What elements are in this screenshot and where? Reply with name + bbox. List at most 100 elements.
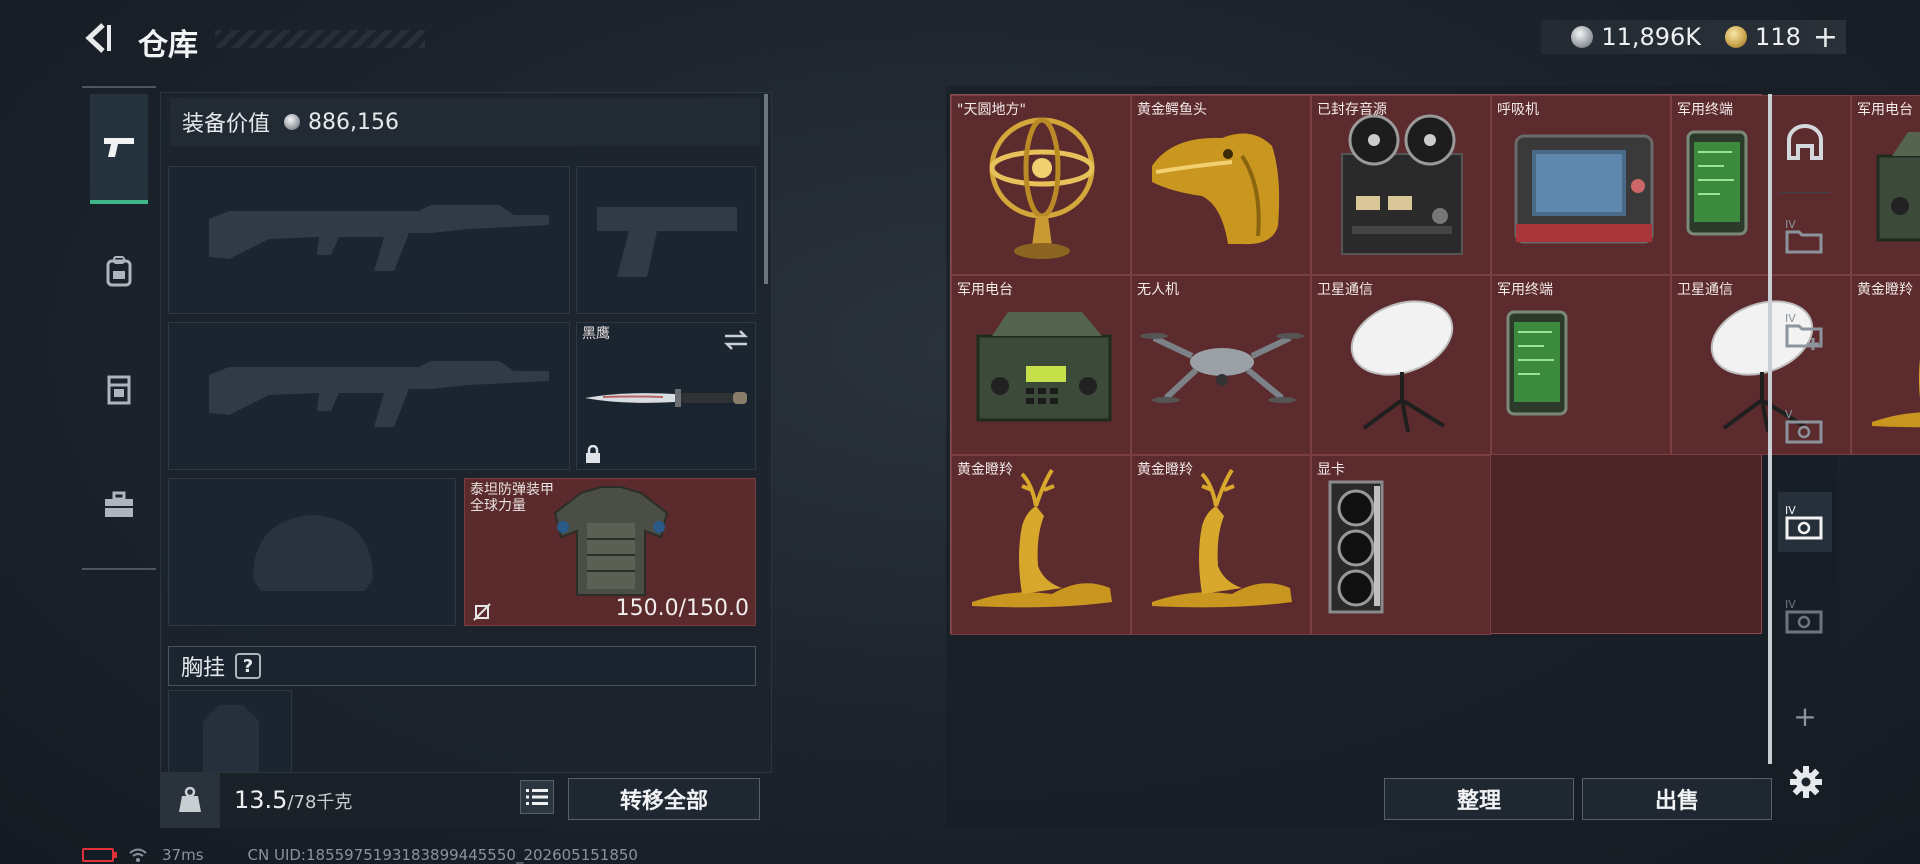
storage-scrollbar[interactable]: [1768, 94, 1772, 764]
storage-tab-5[interactable]: IV: [1778, 586, 1832, 646]
storage-tab-1[interactable]: IV: [1778, 206, 1832, 266]
armor-slot[interactable]: 泰坦防弹装甲 全球力量 150.0/150.0: [464, 478, 756, 626]
body-armor-icon: [553, 486, 669, 596]
chest-rig-header: 胸挂 ?: [168, 646, 756, 686]
armor-name-line2: 全球力量: [470, 498, 526, 514]
storage-home-tab[interactable]: [1778, 112, 1832, 172]
svg-text:IV: IV: [1785, 504, 1796, 517]
storage-item[interactable]: "天圆地方": [951, 95, 1131, 275]
storage-tab-rail: IV IV V IV IV +: [1778, 96, 1832, 736]
chest-rig-label: 胸挂: [181, 656, 226, 681]
storage-item[interactable]: 呼吸机: [1491, 95, 1671, 275]
primary-weapon-slot[interactable]: [168, 166, 570, 314]
category-vest-tab[interactable]: [90, 334, 148, 444]
gold-amount: 118: [1755, 23, 1801, 51]
currency-bar: 11,896K 118 +: [1541, 20, 1846, 55]
storage-item[interactable]: 显卡: [1311, 455, 1491, 635]
card-folder-icon: IV: [1785, 598, 1823, 634]
help-icon[interactable]: ?: [235, 653, 262, 679]
gold-currency: 118: [1725, 23, 1801, 51]
storage-item[interactable]: 军用终端: [1491, 275, 1671, 455]
storage-grid: "天圆地方" 黄金鳄鱼头 已封存音源 呼吸机 军用终端 军用电台 军用电台 无人机 卫星通信 军用…: [950, 94, 1920, 635]
card-folder-icon: IV: [1785, 504, 1823, 540]
category-toolbox-tab[interactable]: [90, 450, 148, 560]
helmet-slot[interactable]: [168, 478, 456, 626]
storage-tab-3[interactable]: V: [1778, 396, 1832, 456]
back-button[interactable]: [78, 18, 118, 58]
loadout-scrollbar[interactable]: [764, 94, 768, 284]
storage-tab-2[interactable]: IV: [1778, 300, 1832, 360]
settings-button[interactable]: [1786, 762, 1826, 802]
equipment-value: 装备价值 886,156: [170, 98, 760, 146]
carry-weight-capacity: /78千克: [287, 792, 353, 813]
secondary-weapon-slot[interactable]: [168, 322, 570, 470]
storage-item-name: 无人机: [1137, 282, 1179, 298]
add-currency-button[interactable]: +: [1813, 20, 1838, 55]
back-arrow-icon: [85, 23, 111, 53]
sort-button[interactable]: 整理: [1384, 778, 1574, 820]
status-bar: 37ms CN UID:1855975193183899445550_20260…: [82, 846, 638, 864]
swap-icon[interactable]: [723, 329, 749, 351]
page-title: 仓库: [138, 28, 198, 63]
wifi-icon: [129, 848, 147, 862]
svg-text:IV: IV: [1785, 218, 1796, 231]
backpack-icon: [106, 256, 132, 287]
storage-item-name: "天圆地方": [957, 102, 1026, 118]
storage-item[interactable]: 黄金鳄鱼头: [1131, 95, 1311, 275]
storage-tab-4-active[interactable]: IV: [1778, 492, 1832, 552]
sidearm-slot[interactable]: [576, 166, 756, 314]
category-weapons-tab[interactable]: [90, 94, 148, 204]
list-icon: [526, 789, 548, 805]
rifle-silhouette-icon: [209, 361, 549, 427]
weight-icon: [179, 786, 201, 812]
gold-coin-icon: [1725, 26, 1748, 48]
carry-weight-value: 13.5: [234, 786, 288, 814]
title-decoration: [215, 30, 425, 48]
knife-icon: [585, 389, 747, 407]
equipment-value-amount: 886,156: [308, 109, 399, 135]
silver-coin-icon: [284, 114, 301, 130]
add-folder-icon: IV: [1785, 312, 1823, 350]
storage-item[interactable]: 已封存音源: [1311, 95, 1491, 275]
svg-text:IV: IV: [1785, 598, 1796, 611]
weight-lock-button[interactable]: [160, 772, 220, 828]
storage-item-name: 军用电台: [1857, 102, 1913, 118]
folder-icon: IV: [1785, 218, 1823, 254]
storage-item-name: 黄金瞪羚: [957, 462, 1013, 478]
carry-weight: 13.5/78千克: [234, 786, 352, 814]
battery-icon: [82, 848, 117, 862]
add-storage-tab-button[interactable]: +: [1778, 686, 1832, 746]
silver-coin-icon: [1571, 26, 1594, 48]
vault-icon: [1787, 124, 1823, 160]
card-folder-icon: V: [1785, 408, 1823, 444]
armor-name: 泰坦防弹装甲 全球力量: [470, 482, 554, 514]
storage-item[interactable]: 黄金瞪羚: [951, 455, 1131, 635]
armor-durability: 150.0/150.0: [615, 596, 749, 621]
storage-item[interactable]: 军用电台: [951, 275, 1131, 455]
storage-item[interactable]: 黄金瞪羚: [1131, 455, 1311, 635]
storage-item-name: 军用电台: [957, 282, 1013, 298]
user-uid: CN UID:1855975193183899445550_2026051518…: [247, 846, 638, 864]
list-view-button[interactable]: [520, 780, 554, 814]
storage-item[interactable]: 黄金瞪羚: [1851, 275, 1920, 455]
no-repair-icon: [473, 603, 491, 621]
storage-item-name: 军用终端: [1497, 282, 1553, 298]
storage-item[interactable]: 无人机: [1131, 275, 1311, 455]
pistol-silhouette-icon: [597, 207, 737, 277]
vest-icon: [107, 375, 131, 405]
silver-amount: 11,896K: [1601, 23, 1702, 51]
sell-button[interactable]: 出售: [1582, 778, 1772, 820]
pistol-icon: [104, 138, 134, 157]
storage-item[interactable]: 军用电台: [1851, 95, 1920, 275]
toolbox-icon: [105, 491, 133, 517]
category-rail: [82, 86, 156, 570]
storage-item-name: 军用终端: [1677, 102, 1733, 118]
storage-item-name: 黄金瞪羚: [1857, 282, 1913, 298]
category-backpack-tab[interactable]: [90, 216, 148, 326]
helmet-silhouette-icon: [253, 515, 373, 591]
melee-slot[interactable]: 黑鹰: [576, 322, 756, 470]
transfer-all-button[interactable]: 转移全部: [568, 778, 760, 820]
lock-icon: [586, 445, 600, 463]
armor-name-line1: 泰坦防弹装甲: [470, 482, 554, 498]
storage-item[interactable]: 卫星通信: [1311, 275, 1491, 455]
